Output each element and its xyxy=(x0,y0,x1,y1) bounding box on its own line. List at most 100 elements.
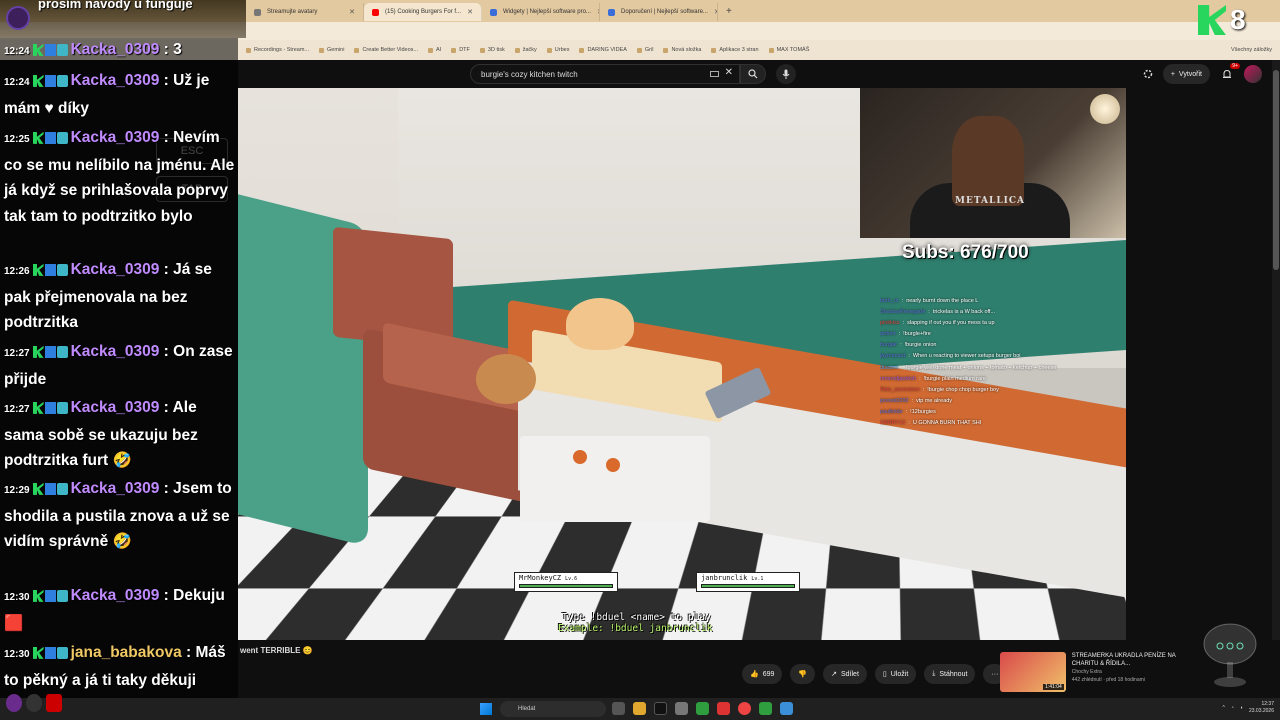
chat-message: 12:25 Kacka_0309 : Nevím co se mu nelíbil… xyxy=(4,129,235,225)
kick-badge-icon xyxy=(32,131,44,144)
subs-counter: Subs: 676/700 xyxy=(902,242,1029,263)
bookmark[interactable]: 3D tisk xyxy=(479,47,505,53)
badge-icon xyxy=(56,131,68,144)
recommended-channel[interactable]: Chochy Extra xyxy=(1072,668,1200,676)
all-bookmarks[interactable]: Všechny záložky xyxy=(1231,47,1272,53)
scrollbar-thumb[interactable] xyxy=(1273,70,1279,270)
media-player-icon[interactable] xyxy=(759,702,772,715)
shirt-logo: METALLICA xyxy=(955,196,1026,206)
voice-search-button[interactable] xyxy=(776,64,796,84)
bookmark[interactable]: Gemini xyxy=(319,47,344,53)
taskbar-search[interactable]: Hledat xyxy=(500,701,606,717)
bookmark[interactable]: žačky xyxy=(514,47,537,53)
volume-icon[interactable]: ◖ xyxy=(1240,705,1243,711)
create-button[interactable]: + Vytvořit xyxy=(1162,64,1210,84)
bookmark[interactable]: MAX TOMÁŠ xyxy=(768,47,809,53)
cast-icon[interactable] xyxy=(1143,69,1153,79)
folder-icon xyxy=(246,47,251,53)
task-view-icon[interactable] xyxy=(612,702,625,715)
chat-line: jonnek0292: vtp me already xyxy=(880,397,953,404)
chevron-up-icon[interactable]: ^ xyxy=(1223,705,1225,711)
secondary-column xyxy=(1126,88,1280,640)
chat-message: 12:29 Kacka_0309 : Jsem to shodila a pust… xyxy=(4,480,232,550)
clock[interactable]: 12:37 23.03.2026 xyxy=(1249,701,1274,715)
sticker-icon xyxy=(26,694,42,712)
chat-line: beth_ur: nearly burnt down the place L xyxy=(880,298,979,304)
bookmark[interactable]: DARING VIDEA xyxy=(579,47,627,53)
xbox-icon[interactable] xyxy=(696,702,709,715)
browser-tab[interactable]: Streamujte avatary ✕ xyxy=(246,3,364,21)
search-input[interactable]: burgie's cozy kitchen twitch ✕ xyxy=(470,64,740,84)
close-icon[interactable]: ✕ xyxy=(467,8,473,16)
kick-badge-icon xyxy=(32,345,44,358)
chat-line: ardent: !burgle+fire xyxy=(880,331,931,338)
keyboard-icon[interactable] xyxy=(710,71,719,77)
bookmark[interactable]: Urbex xyxy=(546,47,569,53)
chat-message: 12:24 Kacka_0309 : 3 xyxy=(4,41,182,58)
badge-icon xyxy=(44,43,56,56)
video-player[interactable]: METALLICA Subs: 676/700 beth_ur: nearly b… xyxy=(238,88,1126,640)
save-button[interactable]: ▯ Uložit xyxy=(874,664,917,684)
video-actions: 👍 699 👎 ↗ Sdílet ▯ Uložit ⤓ Stáhnout ··· xyxy=(742,664,1007,684)
chat-message: 12:27 Kacka_0309 : Ale sama sobě se ukazu… xyxy=(4,399,198,469)
hp-bar xyxy=(701,584,795,588)
page-scrollbar[interactable] xyxy=(1272,60,1280,640)
badge-icon xyxy=(44,401,56,414)
download-button[interactable]: ⤓ Stáhnout xyxy=(924,664,976,684)
dislike-button[interactable]: 👎 xyxy=(790,664,816,684)
wifi-icon[interactable]: ◔ xyxy=(1231,705,1234,711)
duration-badge: 1:41:04 xyxy=(1043,684,1064,690)
bookmark[interactable]: Nová složka xyxy=(663,47,701,53)
stream-chat-overlay: beth_ur: nearly burnt down the place L Sh… xyxy=(880,296,1110,429)
tiktok-icon[interactable] xyxy=(654,702,667,715)
recommended-title[interactable]: STREAMERKA UKRADLA PENÍZE NA CHARITU & Ř… xyxy=(1072,652,1200,668)
badge-icon xyxy=(44,589,56,602)
bookmark[interactable]: DTF xyxy=(451,47,470,53)
badge-icon xyxy=(56,43,68,56)
share-icon: ↗ xyxy=(831,671,837,678)
badge-icon xyxy=(56,74,68,87)
bookmark[interactable]: Create Better Videos... xyxy=(354,47,418,53)
kick-badge-icon xyxy=(32,43,44,56)
like-button[interactable]: 👍 699 xyxy=(742,664,783,684)
app-icon[interactable] xyxy=(717,702,730,715)
recommended-video[interactable]: 1:41:04 STREAMERKA UKRADLA PENÍZE NA CHA… xyxy=(1000,652,1200,692)
folder-icon xyxy=(663,47,669,53)
bookmark[interactable]: AI xyxy=(428,47,441,53)
tab-favicon-icon xyxy=(490,8,497,16)
badge-icon xyxy=(56,345,68,358)
close-icon[interactable]: ✕ xyxy=(349,8,355,16)
browser-tab[interactable]: Widgety | Nejlepší software pro...✕ xyxy=(482,3,600,21)
share-button[interactable]: ↗ Sdílet xyxy=(823,664,867,684)
settings-icon[interactable] xyxy=(675,702,688,715)
tab-favicon-icon xyxy=(608,8,615,16)
notifications-button[interactable]: 9+ xyxy=(1220,63,1240,81)
folder-icon xyxy=(451,47,457,53)
app-icon[interactable] xyxy=(780,702,793,715)
search-button[interactable] xyxy=(740,64,766,84)
system-tray: ^ ◔ ◖ 12:37 23.03.2026 xyxy=(1223,701,1274,715)
kick-logo-icon xyxy=(1198,5,1226,35)
bookmark[interactable]: Gril xyxy=(636,47,653,53)
browser-tab[interactable]: Doporučení | Nejlepší software...✕ xyxy=(600,3,718,21)
bell-icon xyxy=(1223,69,1231,78)
account-avatar[interactable] xyxy=(1244,65,1262,83)
clear-search-icon[interactable]: ✕ xyxy=(725,67,733,78)
browser-tab-active[interactable]: (15) Cooking Burgers For f... ✕ xyxy=(364,3,482,21)
chrome-icon[interactable] xyxy=(738,702,751,715)
youtube-header: burgie's cozy kitchen twitch ✕ + Vytvořit… xyxy=(238,60,1280,88)
bookmark[interactable]: Aplikace 3 stran xyxy=(711,47,759,53)
video-thumbnail[interactable]: 1:41:04 xyxy=(1000,652,1066,692)
folder-icon xyxy=(354,47,360,53)
start-menu-button[interactable] xyxy=(480,703,492,715)
new-tab-button[interactable]: + xyxy=(718,6,740,17)
badge-icon xyxy=(44,345,56,358)
chat-line: CERRY12: U GONNA BURN THAT SHI xyxy=(880,420,982,427)
streamer-chat-overlay: prosím navody u funguje ESC TAB 12:24 Kac… xyxy=(0,0,246,720)
file-explorer-icon[interactable] xyxy=(633,702,646,715)
bookmark[interactable]: Recordings - Stream... xyxy=(246,47,309,53)
badge-icon xyxy=(56,401,68,414)
thumbs-down-icon: 👎 xyxy=(798,671,808,678)
folder-icon xyxy=(514,47,520,53)
kick-badge-icon xyxy=(32,589,44,602)
